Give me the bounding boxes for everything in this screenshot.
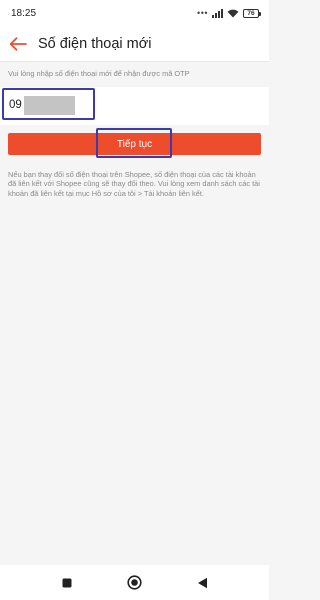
home-circle-icon (127, 575, 142, 590)
system-back-button[interactable] (191, 571, 215, 595)
back-button[interactable] (2, 26, 34, 62)
back-triangle-icon (198, 577, 207, 588)
phone-hint-text: Vui lòng nhập số điện thoại mới để nhận … (8, 69, 190, 78)
phone-change-notice: Nếu bạn thay đổi số điện thoại trên Shop… (8, 170, 260, 198)
battery-icon: 76 (243, 8, 261, 18)
continue-button[interactable]: Tiếp tục (8, 133, 261, 155)
app-bar: Số điện thoại mới (0, 26, 269, 62)
system-nav-bar (0, 565, 269, 600)
page-title: Số điện thoại mới (38, 35, 152, 52)
recents-button[interactable] (55, 571, 79, 595)
recents-square-icon (62, 578, 71, 587)
signal-icon (212, 8, 223, 18)
status-time: 18:25 (11, 7, 37, 19)
status-bar: 18:25 ••• 76 (0, 0, 269, 26)
status-icons: ••• 76 (197, 8, 261, 18)
home-button[interactable] (123, 571, 147, 595)
phone-input-value[interactable]: 09 (9, 99, 22, 111)
arrow-left-icon (9, 36, 27, 51)
notification-dots: ••• (197, 8, 208, 18)
wifi-icon (227, 9, 239, 17)
redacted-phone-digits (24, 96, 75, 115)
continue-button-label: Tiếp tục (116, 138, 153, 150)
